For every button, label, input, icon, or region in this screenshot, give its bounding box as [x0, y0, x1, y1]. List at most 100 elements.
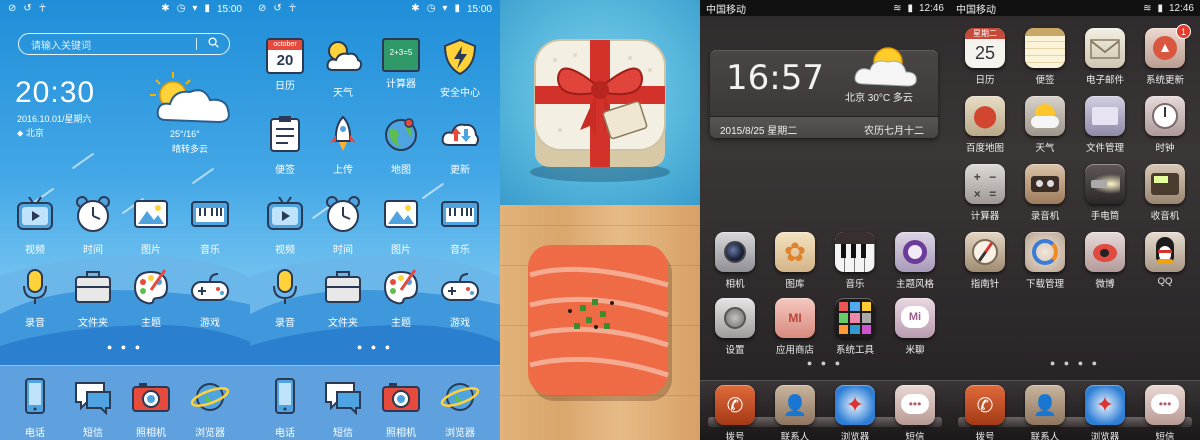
dock-contacts[interactable]: 👤 联系人 [1014, 385, 1076, 440]
dock-sms[interactable]: ••• 短信 [884, 385, 946, 440]
app-games[interactable]: 游戏 [180, 268, 240, 329]
page-indicator[interactable]: ● ● ● [250, 342, 500, 352]
clock-display[interactable]: 20:30 [15, 76, 95, 110]
app-settings[interactable]: 设置 [704, 298, 766, 356]
app-music[interactable]: 音乐 [180, 195, 240, 256]
dock-camera[interactable]: 照相机 [121, 378, 181, 439]
dock-browser[interactable]: ✦ 浏览器 [824, 385, 886, 440]
app-label: 上传 [333, 165, 353, 176]
dock-camera[interactable]: 照相机 [371, 378, 431, 439]
dock-dialer[interactable]: ✆ 拨号 [954, 385, 1016, 440]
app-gallery[interactable]: 图片 [371, 195, 431, 256]
app-calculator[interactable]: 2+3=5 计算器 [371, 38, 431, 90]
page-indicator[interactable]: ● ● ● [0, 342, 250, 352]
app-baidu-map[interactable]: ⬤ 百度地图 [954, 96, 1016, 154]
dock-sms[interactable]: 短信 [63, 378, 123, 439]
battery-icon: ▮ [204, 3, 210, 14]
app-recorder[interactable]: 录音 [255, 268, 315, 329]
app-video[interactable]: 视频 [5, 195, 65, 256]
search-icon[interactable] [208, 37, 219, 48]
app-camera[interactable]: 相机 [704, 232, 766, 290]
cassette-icon [1025, 164, 1065, 204]
app-label: 录音 [275, 318, 295, 329]
app-label: 主题 [141, 318, 161, 329]
app-clock[interactable]: 时钟 [1134, 96, 1196, 154]
dock: ✆ 拨号 👤 联系人 ✦ 浏览器 ••• 短信 [700, 380, 950, 440]
app-email[interactable]: 电子邮件 [1074, 28, 1136, 86]
app-label: 录音 [25, 318, 45, 329]
app-calculator[interactable]: + − × = 计算器 [954, 164, 1016, 222]
app-gallery[interactable]: 图片 [121, 195, 181, 256]
contacts-book-icon: 👤 [775, 385, 815, 425]
clipboard-icon [270, 116, 300, 152]
page-indicator[interactable]: ● ● ● [700, 358, 950, 368]
dock-sms[interactable]: ••• 短信 [1134, 385, 1196, 440]
gift-box-tile [500, 0, 700, 205]
app-time[interactable]: 时间 [63, 195, 123, 256]
dock-phone[interactable]: 电话 [5, 378, 65, 439]
dock-browser[interactable]: 浏览器 [180, 378, 240, 439]
notepad-icon [1025, 28, 1065, 68]
app-games[interactable]: 游戏 [430, 268, 490, 329]
app-system-tools[interactable]: 系统工具 [824, 298, 886, 356]
no-disturb-icon: ⊘ [8, 3, 17, 14]
app-themes[interactable]: 主题 [371, 268, 431, 329]
app-time[interactable]: 时间 [313, 195, 373, 256]
app-gallery[interactable]: ✿ 图库 [764, 232, 826, 290]
app-qq[interactable]: QQ [1134, 232, 1196, 287]
calculator-board-icon: 2+3=5 [382, 38, 420, 72]
weather-cloud-sun-icon[interactable] [148, 70, 238, 130]
dock-browser[interactable]: 浏览器 [430, 378, 490, 439]
app-download-manager[interactable]: 下载管理 [1014, 232, 1076, 290]
app-sound-recorder[interactable]: 录音机 [1014, 164, 1076, 222]
app-label: 录音机 [1030, 211, 1060, 222]
app-weibo[interactable]: 微博 [1074, 232, 1136, 290]
app-update[interactable]: 更新 [430, 115, 490, 176]
app-themes[interactable]: 主题 [121, 268, 181, 329]
dock-browser[interactable]: ✦ 浏览器 [1074, 385, 1136, 440]
app-label: 时钟 [1155, 143, 1175, 154]
app-map[interactable]: 地图 [371, 115, 431, 176]
app-label: 更新 [450, 165, 470, 176]
bluetooth-icon: ✱ [161, 3, 170, 14]
app-recorder[interactable]: 录音 [5, 268, 65, 329]
search-input[interactable]: 请输入关键词 [18, 33, 230, 55]
app-music[interactable]: 音乐 [430, 195, 490, 256]
app-files[interactable]: 文件夹 [313, 268, 373, 329]
app-music[interactable]: 音乐 [824, 232, 886, 290]
app-security[interactable]: 安全中心 [430, 38, 490, 99]
app-notes[interactable]: 便签 [1014, 28, 1076, 86]
compass-icon [965, 232, 1005, 272]
notification-badge: 1 [1176, 24, 1191, 39]
app-video[interactable]: 视频 [255, 195, 315, 256]
app-system-update[interactable]: ▲ 1 系统更新 [1134, 24, 1196, 86]
app-flashlight[interactable]: 手电筒 [1074, 164, 1136, 222]
sync-icon: ↺ [273, 3, 282, 14]
app-notes[interactable]: 便签 [255, 115, 315, 176]
dock-sms[interactable]: 短信 [313, 378, 373, 439]
app-weather[interactable]: 天气 [313, 38, 373, 99]
settings-knob-icon [715, 298, 755, 338]
app-compass[interactable]: 指南针 [954, 232, 1016, 290]
alarm-icon: ◷ [176, 3, 186, 14]
dock-phone[interactable]: 电话 [255, 378, 315, 439]
cloud-sync-icon [441, 123, 479, 146]
app-store[interactable]: MI 应用商店 [764, 298, 826, 356]
app-theme-style[interactable]: 主题风格 [884, 232, 946, 290]
app-files[interactable]: 文件夹 [63, 268, 123, 329]
wifi-icon: ≋ [893, 2, 902, 14]
dock-dialer[interactable]: ✆ 拨号 [704, 385, 766, 440]
dock-contacts[interactable]: 👤 联系人 [764, 385, 826, 440]
app-mitalk[interactable]: Mi 米聊 [884, 298, 946, 356]
page-indicator[interactable]: ● ● ● ● [950, 358, 1200, 368]
app-radio[interactable]: 收音机 [1134, 164, 1196, 222]
clock-weather-widget[interactable]: 16:57 北京 30°C 多云 2015/8/25 星期二 农历七月十二 [710, 47, 938, 138]
app-weather[interactable]: 天气 [1014, 96, 1076, 154]
app-upload[interactable]: 上传 [313, 115, 373, 176]
app-label: 浏览器 [445, 428, 475, 439]
app-calendar[interactable]: october 20 日历 [255, 38, 315, 92]
app-file-manager[interactable]: 文件管理 [1074, 96, 1136, 154]
camera-icon [132, 383, 170, 412]
app-calendar[interactable]: 星期二 25 日历 [954, 28, 1016, 86]
app-label: 拨号 [725, 432, 745, 440]
